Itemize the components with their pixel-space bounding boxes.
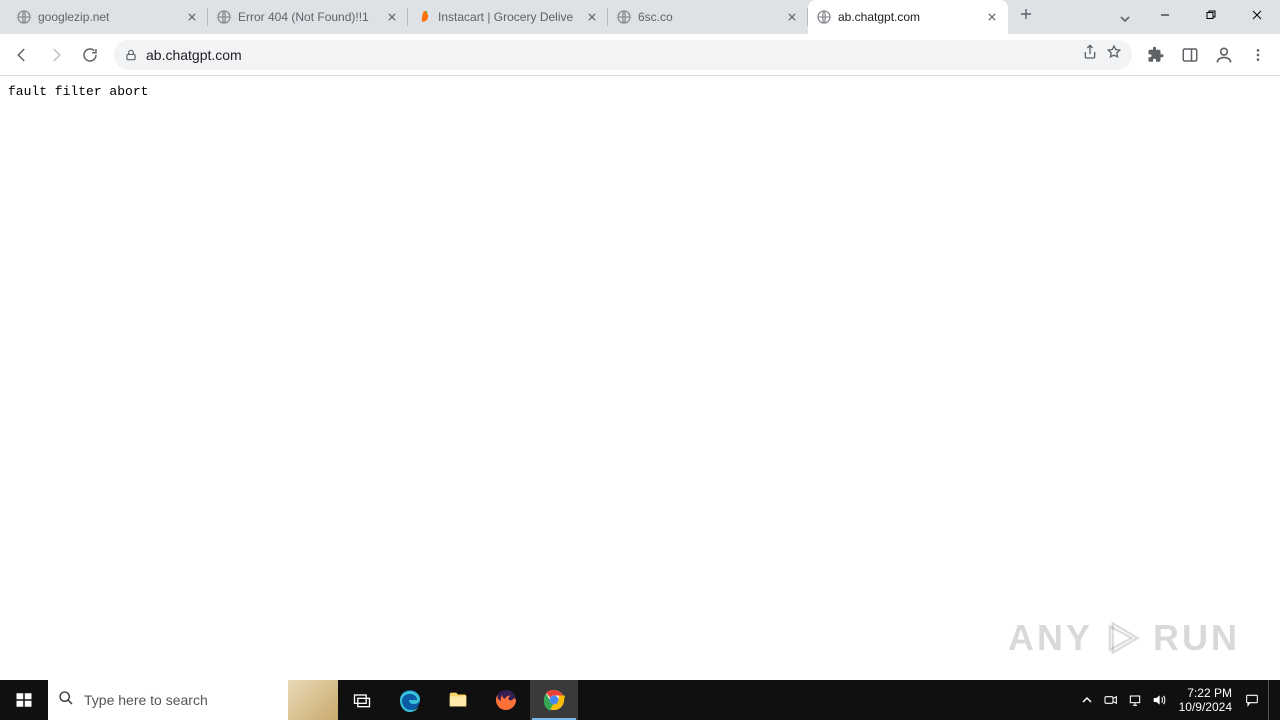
tab-instacart[interactable]: Instacart | Grocery Delive xyxy=(408,0,608,34)
task-view-button[interactable] xyxy=(338,680,386,720)
tab-search-button[interactable] xyxy=(1108,4,1142,34)
globe-icon xyxy=(16,9,32,25)
maximize-button[interactable] xyxy=(1188,0,1234,30)
tray-volume-icon[interactable] xyxy=(1147,680,1171,720)
tab-label: 6sc.co xyxy=(638,10,778,24)
taskbar-file-explorer[interactable] xyxy=(434,680,482,720)
chrome-icon xyxy=(542,688,566,712)
url-text: ab.chatgpt.com xyxy=(146,47,1074,63)
clock-time: 7:22 PM xyxy=(1179,686,1232,700)
bookmark-icon[interactable] xyxy=(1106,44,1122,65)
tab-label: Instacart | Grocery Delive xyxy=(438,10,578,24)
forward-button[interactable] xyxy=(40,39,72,71)
taskbar-firefox[interactable] xyxy=(482,680,530,720)
windows-taskbar: Type here to search xyxy=(0,680,1280,720)
tab-googlezip[interactable]: googlezip.net xyxy=(8,0,208,34)
start-button[interactable] xyxy=(0,680,48,720)
tab-label: googlezip.net xyxy=(38,10,178,24)
close-icon[interactable] xyxy=(984,9,1000,25)
close-icon[interactable] xyxy=(784,9,800,25)
sidepanel-button[interactable] xyxy=(1174,39,1206,71)
tab-abchatgpt[interactable]: ab.chatgpt.com xyxy=(808,0,1008,34)
watermark-text: ANY xyxy=(1008,617,1093,659)
address-bar[interactable]: ab.chatgpt.com xyxy=(114,40,1132,70)
minimize-button[interactable] xyxy=(1142,0,1188,30)
search-icon xyxy=(58,690,74,711)
back-button[interactable] xyxy=(6,39,38,71)
system-tray: 7:22 PM 10/9/2024 xyxy=(1075,680,1280,720)
extensions-button[interactable] xyxy=(1140,39,1172,71)
close-icon[interactable] xyxy=(184,9,200,25)
tray-meet-now-icon[interactable] xyxy=(1099,680,1123,720)
taskbar-search[interactable]: Type here to search xyxy=(48,680,338,720)
edge-icon xyxy=(398,688,422,712)
profile-button[interactable] xyxy=(1208,39,1240,71)
globe-icon xyxy=(216,9,232,25)
folder-icon xyxy=(447,689,469,711)
page-viewport: fault filter abort xyxy=(0,76,1280,680)
instacart-icon xyxy=(416,9,432,25)
close-window-button[interactable] xyxy=(1234,0,1280,30)
page-body-text: fault filter abort xyxy=(0,76,1280,107)
firefox-icon xyxy=(494,688,518,712)
window-controls xyxy=(1142,0,1280,34)
tab-label: Error 404 (Not Found)!!1 xyxy=(238,10,378,24)
tab-6sc[interactable]: 6sc.co xyxy=(608,0,808,34)
tray-action-center-icon[interactable] xyxy=(1240,680,1264,720)
close-icon[interactable] xyxy=(584,9,600,25)
taskbar-chrome[interactable] xyxy=(530,680,578,720)
tray-network-icon[interactable] xyxy=(1123,680,1147,720)
globe-icon xyxy=(816,9,832,25)
play-icon xyxy=(1101,616,1145,660)
taskbar-edge[interactable] xyxy=(386,680,434,720)
search-decoration xyxy=(288,680,338,720)
menu-button[interactable] xyxy=(1242,39,1274,71)
tab-error404[interactable]: Error 404 (Not Found)!!1 xyxy=(208,0,408,34)
browser-toolbar: ab.chatgpt.com xyxy=(0,34,1280,76)
watermark-text: RUN xyxy=(1153,617,1240,659)
task-view-icon xyxy=(352,690,372,710)
anyrun-watermark: ANY RUN xyxy=(1008,616,1240,660)
globe-icon xyxy=(616,9,632,25)
reload-button[interactable] xyxy=(74,39,106,71)
show-desktop-button[interactable] xyxy=(1268,680,1274,720)
lock-icon xyxy=(124,48,138,62)
share-icon[interactable] xyxy=(1082,44,1098,65)
taskbar-clock[interactable]: 7:22 PM 10/9/2024 xyxy=(1171,686,1240,714)
close-icon[interactable] xyxy=(384,9,400,25)
tab-label: ab.chatgpt.com xyxy=(838,10,978,24)
clock-date: 10/9/2024 xyxy=(1179,700,1232,714)
tab-strip: googlezip.net Error 404 (Not Found)!!1 I… xyxy=(0,0,1108,34)
windows-icon xyxy=(15,691,33,709)
new-tab-button[interactable] xyxy=(1012,0,1040,28)
browser-titlebar: googlezip.net Error 404 (Not Found)!!1 I… xyxy=(0,0,1280,34)
tray-chevron-up-icon[interactable] xyxy=(1075,680,1099,720)
